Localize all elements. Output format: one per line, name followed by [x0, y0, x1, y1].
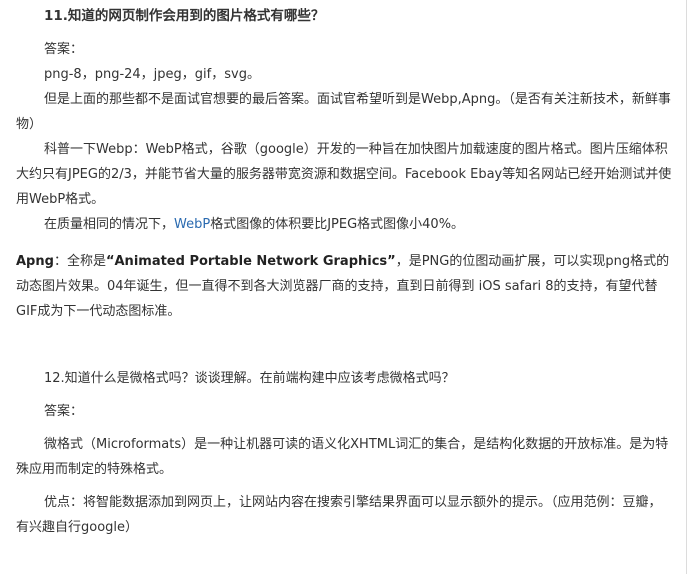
page-right-border	[686, 0, 687, 574]
size-text-post: 格式图像的体积要比JPEG格式图像小40%。	[210, 217, 465, 232]
apng-label: Apng	[16, 254, 54, 269]
question-12-paragraph-2: 优点：将智能数据添加到网页上，让网站内容在搜索引擎结果界面可以显示额外的提示。（…	[16, 495, 662, 535]
size-text-pre: 在质量相同的情况下，	[44, 217, 175, 232]
article-body: 11.知道的网页制作会用到的图片格式有哪些？ 答案： png-8，png-24，…	[16, 0, 672, 540]
apng-paragraph: Apng：全称是“Animated Portable Network Graph…	[16, 249, 672, 324]
image-formats-list: png-8，png-24，jpeg，gif，svg。	[44, 67, 260, 82]
apng-fullname: “Animated Portable Network Graphics”	[105, 254, 396, 269]
question-12-paragraph-1: 微格式（Microformats）是一种让机器可读的语义化XHTML词汇的集合，…	[16, 437, 669, 477]
apng-mid: ：全称是	[53, 254, 106, 269]
question-11-paragraph-size: 在质量相同的情况下，WebP格式图像的体积要比JPEG格式图像小40%。	[16, 212, 672, 237]
webp-link[interactable]: WebP	[174, 217, 210, 232]
question-11-paragraph-webp: 科普一下Webp：WebP格式，谷歌（google）开发的一种旨在加快图片加载速…	[16, 142, 672, 207]
question-11-paragraph-1: 但是上面的那些都不是面试官想要的最后答案。面试官希望听到是Webp,Apng。（…	[16, 92, 671, 132]
question-11-answer-label: 答案：	[44, 42, 84, 57]
question-11-title: 11.知道的网页制作会用到的图片格式有哪些？	[44, 8, 325, 24]
question-12-answer-label: 答案：	[44, 404, 84, 419]
question-12-title: 12.知道什么是微格式吗？谈谈理解。在前端构建中应该考虑微格式吗？	[44, 371, 455, 386]
